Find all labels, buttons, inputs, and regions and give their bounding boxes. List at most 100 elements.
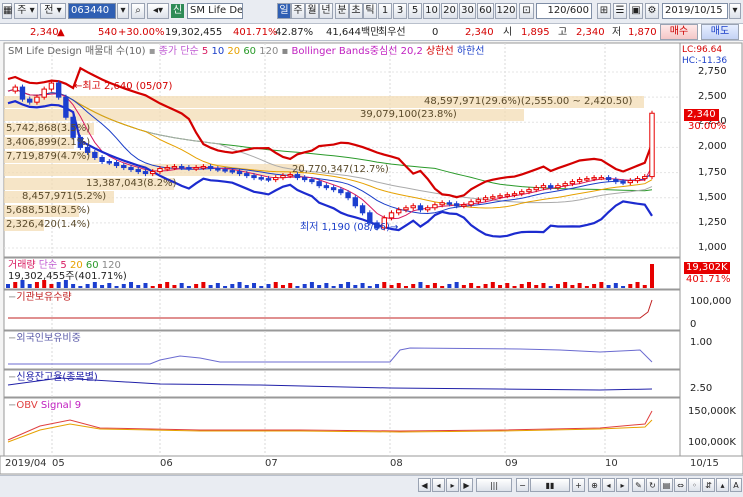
minute-option[interactable]: 5 <box>408 3 422 19</box>
volume-bar <box>136 285 141 288</box>
obv-signal: Signal 9 <box>40 400 82 411</box>
candle-body <box>605 177 612 181</box>
stock-name-field: SM Life De <box>187 3 243 19</box>
count-input[interactable]: 120/600 <box>536 3 592 19</box>
period-select[interactable]: 주 ▾ <box>14 3 38 19</box>
bb-label: Bollinger Bands중심선 20,2 <box>291 46 423 57</box>
minute-option[interactable]: 60 <box>477 3 494 19</box>
code-dropdown-button[interactable]: ▾ <box>117 3 129 19</box>
collapse-icon[interactable]: ▴ <box>716 478 729 492</box>
minute-option[interactable]: 20 <box>441 3 458 19</box>
volume-bar <box>642 285 647 288</box>
scroll-track[interactable]: ||| <box>476 478 512 492</box>
minute-option[interactable]: 120 <box>495 3 517 19</box>
date-input[interactable]: 2019/10/15 <box>662 3 728 19</box>
candle-body <box>627 180 633 184</box>
lock-icon[interactable]: ⊡ <box>519 3 534 19</box>
print-icon[interactable]: ▤ <box>660 478 673 492</box>
ma-20: 20 <box>227 46 241 57</box>
zoom-slider[interactable]: ▮▮ <box>530 478 570 492</box>
volume-profile-label: 5,688,518(3.5%) <box>6 205 91 216</box>
candle-body <box>649 112 655 178</box>
pan-right-icon[interactable]: ▸ <box>616 478 629 492</box>
volume-tag: 19,302K <box>684 262 730 274</box>
period-tab[interactable]: 월 <box>305 3 319 19</box>
candle-body <box>359 205 366 214</box>
period-tab[interactable]: 틱 <box>363 3 377 19</box>
bb-lower-label: 하한선 <box>456 46 485 57</box>
credit-panel <box>3 369 681 398</box>
period-tab[interactable]: 초 <box>349 3 363 19</box>
max-note: ←최고 2,640 (05/07) <box>74 81 172 93</box>
minute-option[interactable]: 10 <box>423 3 440 19</box>
volume-bar <box>338 284 343 288</box>
obv-tick-0: 150,000K <box>688 406 736 417</box>
volume-bar <box>71 284 76 288</box>
volume-bar <box>244 285 249 288</box>
volume-bar <box>541 283 546 288</box>
foreign-title: 외국인보유비중 <box>16 333 81 344</box>
settings-icon[interactable]: ⚙ <box>645 3 659 19</box>
pin-icon[interactable]: ◦ <box>688 478 701 492</box>
measure-icon[interactable]: ⇔ <box>674 478 687 492</box>
x-axis-label: 10/15 <box>690 458 719 469</box>
zoom-in-icon[interactable]: + <box>572 478 585 492</box>
volume-bar <box>548 286 553 288</box>
minute-option[interactable]: 1 <box>378 3 392 19</box>
obv-panel <box>3 397 681 457</box>
period-tab[interactable]: 년 <box>319 3 333 19</box>
volume-profile-label: 5,742,868(3.5%) <box>6 123 91 134</box>
candle-body <box>207 166 214 170</box>
volume-bar <box>121 284 126 288</box>
candle-body <box>316 181 322 187</box>
volume-bar <box>621 286 626 288</box>
zoom-out-icon[interactable]: − <box>516 478 529 492</box>
volume-bar <box>411 284 416 288</box>
stock-code-input[interactable]: 063440 <box>68 3 116 19</box>
minute-option[interactable]: 30 <box>459 3 476 19</box>
price-axis-tick: 2,500 <box>698 91 727 103</box>
calendar-icon[interactable]: ▾ <box>729 3 741 19</box>
volume-profile-label: 48,597,971(29.6%)(2,555.00 ~ 2,420.50) <box>424 96 633 107</box>
volume-bar <box>440 286 445 288</box>
current-pct-tag: 30.00% <box>688 121 727 132</box>
price-axis-tick: 1,750 <box>698 166 727 178</box>
crosshair-icon[interactable]: ⊕ <box>588 478 601 492</box>
period-select-label: 주 <box>17 5 27 16</box>
arrow-icon[interactable]: ⇵ <box>702 478 715 492</box>
candle-body <box>439 202 445 206</box>
list-icon[interactable]: ☰ <box>613 3 627 19</box>
save-icon[interactable]: ▣ <box>629 3 643 19</box>
speaker-icon[interactable]: ◂▾ <box>147 3 169 19</box>
sell-button[interactable]: 매도 <box>701 24 739 40</box>
volume-bar <box>150 286 155 288</box>
candle-body <box>475 199 482 203</box>
volume-ratio: 401.71% <box>233 27 278 38</box>
prev-page-icon[interactable]: ◂ <box>432 478 445 492</box>
buy-button[interactable]: 매수 <box>660 24 698 40</box>
foreign-panel <box>3 330 681 370</box>
draw-icon[interactable]: ✎ <box>632 478 645 492</box>
code-type-select[interactable]: 전 ▾ <box>40 3 66 19</box>
first-page-icon[interactable]: ◀ <box>418 478 431 492</box>
date-axis <box>0 455 743 475</box>
candle-body <box>410 205 416 209</box>
grid-add-icon[interactable]: ⊞ <box>597 3 611 19</box>
refresh-icon[interactable]: ↻ <box>646 478 659 492</box>
volume-bar <box>85 284 90 288</box>
ma-5: 5 <box>201 46 209 57</box>
candle-body <box>142 171 149 175</box>
candle-body <box>200 166 207 169</box>
volume-bar <box>273 282 278 288</box>
pan-left-icon[interactable]: ◂ <box>602 478 615 492</box>
period-tab[interactable]: 일 <box>277 3 291 19</box>
period-tab[interactable]: 주 <box>291 3 305 19</box>
search-icon[interactable]: ⌕ <box>131 3 145 19</box>
last-page-icon[interactable]: ▶ <box>460 478 473 492</box>
text-size-icon[interactable]: A <box>730 478 742 492</box>
x-axis-label: 05 <box>52 458 65 469</box>
period-tab[interactable]: 분 <box>335 3 349 19</box>
next-page-icon[interactable]: ▸ <box>446 478 459 492</box>
grid-menu-icon[interactable]: ▦ <box>2 3 12 19</box>
minute-option[interactable]: 3 <box>393 3 407 19</box>
